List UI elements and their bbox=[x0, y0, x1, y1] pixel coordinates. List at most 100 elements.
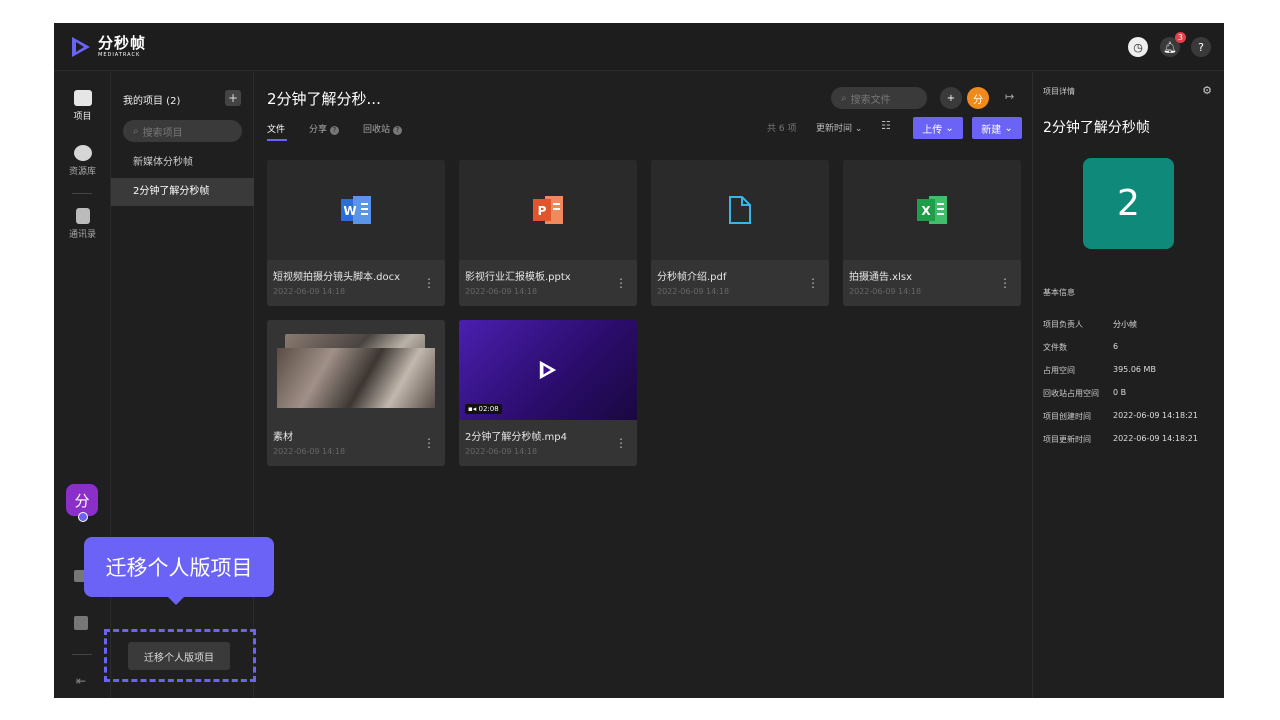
info-key: 文件数 bbox=[1043, 343, 1067, 352]
section-title: 基本信息 bbox=[1043, 288, 1075, 297]
file-date: 2022-06-09 14:18 bbox=[465, 287, 538, 296]
nav-projects-label: 项目 bbox=[73, 112, 92, 122]
nav-projects[interactable]: 项目 bbox=[54, 90, 111, 122]
more-icon[interactable]: ⋮ bbox=[423, 276, 435, 290]
file-search-input[interactable]: ⌕ 搜索文件 bbox=[831, 87, 927, 109]
notification-badge: 3 bbox=[1174, 32, 1186, 43]
tab-share-label: 分享 bbox=[309, 125, 328, 135]
projects-title: 我的项目 (2) bbox=[123, 96, 181, 107]
tab-trash-label: 回收站 bbox=[363, 125, 391, 135]
info-value: 395.06 MB bbox=[1113, 365, 1156, 374]
logo-subtext: MEDIATRACK bbox=[98, 52, 141, 58]
project-item-active[interactable]: 2分钟了解分秒帧 bbox=[111, 178, 254, 206]
nav-library[interactable]: 资源库 bbox=[54, 145, 111, 177]
info-row: 占用空间 395.06 MB bbox=[1043, 365, 1156, 376]
file-date: 2022-06-09 14:18 bbox=[657, 287, 730, 296]
tab-trash[interactable]: 回收站 ? bbox=[363, 122, 402, 135]
logo[interactable]: 分秒帧 MEDIATRACK bbox=[70, 35, 146, 59]
info-row: 回收站占用空间 0 B bbox=[1043, 388, 1126, 399]
new-button[interactable]: 新建 ⌄ bbox=[972, 117, 1022, 139]
more-icon[interactable]: ⋮ bbox=[615, 436, 627, 450]
migrate-tooltip: 迁移个人版项目 bbox=[84, 537, 274, 605]
info-value: 分小帧 bbox=[1113, 320, 1137, 329]
migrate-button[interactable]: 迁移个人版项目 bbox=[128, 642, 230, 670]
nav-contacts[interactable]: 通讯录 bbox=[54, 208, 111, 240]
add-member-icon[interactable]: + bbox=[940, 87, 962, 109]
info-row: 项目负责人 分小帧 bbox=[1043, 319, 1137, 330]
logo-text: 分秒帧 bbox=[98, 34, 147, 52]
info-row: 项目更新时间 2022-06-09 14:18:21 bbox=[1043, 434, 1198, 445]
upload-button[interactable]: 上传 ⌄ bbox=[913, 117, 963, 139]
chevron-down-icon: ⌄ bbox=[854, 124, 863, 134]
contacts-icon bbox=[75, 208, 90, 224]
bell-icon[interactable]: 🔔︎ 3 bbox=[1160, 32, 1186, 57]
image-icon[interactable] bbox=[74, 616, 88, 630]
info-icon: ? bbox=[392, 126, 402, 135]
history-icon[interactable]: ◷ bbox=[1128, 37, 1148, 57]
info-icon: ? bbox=[329, 126, 339, 135]
exit-icon[interactable]: ↦ bbox=[1005, 90, 1014, 103]
file-name: 短视频拍摄分镜头脚本.docx bbox=[273, 272, 401, 283]
add-project-button[interactable]: + bbox=[225, 90, 241, 106]
project-search-input[interactable]: ⌕ 搜索项目 bbox=[123, 120, 242, 142]
file-name: 影视行业汇报模板.pptx bbox=[465, 272, 571, 283]
item-count: 共 6 项 bbox=[767, 124, 797, 134]
project-cover: 2 bbox=[1083, 158, 1174, 249]
file-date: 2022-06-09 14:18 bbox=[465, 447, 538, 456]
ppt-icon: P bbox=[533, 196, 563, 224]
document-icon bbox=[729, 196, 751, 224]
folder-name: 素材 bbox=[273, 432, 293, 443]
video-card[interactable]: ▪◂ 02:08 2分钟了解分秒帧.mp4 2022-06-09 14:18 ⋮ bbox=[459, 320, 637, 466]
info-value: 6 bbox=[1113, 342, 1119, 351]
info-key: 项目负责人 bbox=[1043, 320, 1083, 329]
more-icon[interactable]: ⋮ bbox=[615, 276, 627, 290]
file-date: 2022-06-09 14:18 bbox=[273, 447, 346, 456]
project-item[interactable]: 新媒体分秒帧 bbox=[111, 150, 254, 176]
help-icon[interactable]: ? bbox=[1191, 37, 1211, 57]
collapse-icon[interactable]: ⇤ bbox=[76, 674, 86, 688]
more-icon[interactable]: ⋮ bbox=[423, 436, 435, 450]
switch-icon bbox=[78, 512, 88, 522]
folder-preview-image bbox=[277, 348, 435, 408]
file-card[interactable]: W 短视频拍摄分镜头脚本.docx 2022-06-09 14:18 ⋮ bbox=[267, 160, 445, 306]
search-icon: ⌕ bbox=[841, 92, 847, 104]
nav-library-label: 资源库 bbox=[68, 167, 96, 177]
file-card[interactable]: 分秒帧介绍.pdf 2022-06-09 14:18 ⋮ bbox=[651, 160, 829, 306]
more-icon[interactable]: ⋮ bbox=[807, 276, 819, 290]
info-row: 文件数 6 bbox=[1043, 342, 1118, 353]
search-placeholder: 搜索项目 bbox=[142, 127, 183, 139]
svg-text:W: W bbox=[343, 204, 356, 218]
user-avatar[interactable]: 分 bbox=[967, 87, 989, 109]
info-value: 2022-06-09 14:18:21 bbox=[1113, 411, 1198, 420]
video-duration: ▪◂ 02:08 bbox=[465, 404, 502, 414]
icon-rail: 项目 资源库 通讯录 分 ⇤ bbox=[54, 72, 111, 698]
svg-text:P: P bbox=[538, 204, 547, 218]
top-bar: 分秒帧 MEDIATRACK ◷ 🔔︎ 3 ? bbox=[54, 23, 1224, 71]
library-icon bbox=[73, 145, 92, 161]
sort-dropdown[interactable]: 更新时间 ⌄ bbox=[816, 121, 862, 134]
more-icon[interactable]: ⋮ bbox=[999, 276, 1011, 290]
gear-icon[interactable]: ⚙ bbox=[1202, 84, 1212, 97]
tab-underline bbox=[267, 139, 287, 141]
tab-files[interactable]: 文件 bbox=[267, 122, 285, 135]
file-card[interactable]: X 拍摄通告.xlsx 2022-06-09 14:18 ⋮ bbox=[843, 160, 1021, 306]
folder-thumbnail bbox=[267, 320, 445, 420]
logo-icon bbox=[72, 37, 90, 57]
file-name: 2分钟了解分秒帧.mp4 bbox=[465, 432, 567, 443]
tab-share[interactable]: 分享 ? bbox=[309, 122, 339, 135]
info-key: 回收站占用空间 bbox=[1043, 389, 1099, 398]
projects-icon bbox=[73, 90, 92, 106]
search-placeholder: 搜索文件 bbox=[850, 94, 891, 106]
file-card[interactable]: P 影视行业汇报模板.pptx 2022-06-09 14:18 ⋮ bbox=[459, 160, 637, 306]
page-title: 2分钟了解分秒... bbox=[267, 90, 381, 108]
view-toggle-icon[interactable]: ☷ bbox=[881, 119, 891, 132]
video-thumbnail: ▪◂ 02:08 bbox=[459, 320, 637, 420]
search-icon: ⌕ bbox=[133, 125, 139, 137]
folder-card[interactable]: 素材 2022-06-09 14:18 ⋮ bbox=[267, 320, 445, 466]
info-key: 项目创建时间 bbox=[1043, 412, 1091, 421]
main-panel: 2分钟了解分秒... 文件 分享 ? 回收站 ? ⌕ 搜索文件 + 分 ↦ 共 … bbox=[255, 72, 1032, 698]
project-name: 2分钟了解分秒帧 bbox=[1043, 120, 1150, 136]
upload-label: 上传 bbox=[922, 124, 943, 136]
info-key: 占用空间 bbox=[1043, 366, 1075, 375]
duration-text: 02:08 bbox=[478, 405, 499, 413]
